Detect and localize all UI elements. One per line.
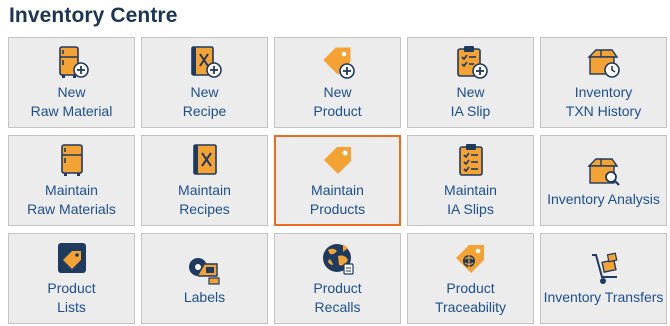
- recipe-book-icon: [192, 144, 217, 175]
- traceability-tag-icon: [455, 245, 484, 273]
- fridge-plus-icon: [58, 46, 89, 78]
- maintain-ia-slips-tile[interactable]: Maintain IA Slips: [407, 135, 534, 226]
- tile-label: Maintain IA Slips: [444, 182, 497, 217]
- new-ia-slip-tile[interactable]: New IA Slip: [407, 37, 534, 128]
- new-product-tile[interactable]: New Product: [274, 37, 401, 128]
- tile-label: Maintain Products: [309, 182, 366, 217]
- maintain-products-tile[interactable]: Maintain Products: [274, 135, 401, 226]
- price-tag-icon: [323, 147, 351, 174]
- product-traceability-tile[interactable]: Product Traceability: [407, 233, 534, 324]
- clipboard-plus-icon: [456, 46, 488, 79]
- tile-label: New Raw Material: [30, 84, 113, 119]
- page-title: Inventory Centre: [9, 4, 178, 27]
- inventory-txn-history-tile[interactable]: Inventory TXN History: [540, 37, 667, 128]
- new-raw-material-tile[interactable]: New Raw Material: [8, 37, 135, 128]
- inventory-analysis-tile[interactable]: Inventory Analysis: [540, 135, 667, 226]
- recipe-book-plus-icon: [190, 46, 222, 78]
- tile-label: Labels: [183, 288, 226, 305]
- label-roll-icon: [188, 257, 220, 285]
- recall-globe-icon: [322, 244, 354, 275]
- tile-label: New IA Slip: [450, 84, 491, 119]
- tile-label: Product Lists: [47, 280, 96, 315]
- tile-label: Inventory TXN History: [565, 84, 642, 119]
- tile-label: Inventory Analysis: [547, 190, 660, 207]
- tile-label: Maintain Raw Materials: [27, 182, 116, 217]
- clipboard-checklist-icon: [458, 144, 483, 176]
- new-recipe-tile[interactable]: New Recipe: [141, 37, 268, 128]
- inventory-transfers-tile[interactable]: Inventory Transfers: [540, 233, 667, 324]
- tile-label: Inventory Transfers: [543, 288, 664, 305]
- box-search-icon: [586, 157, 620, 186]
- product-lists-tile[interactable]: Product Lists: [8, 233, 135, 324]
- tile-label: New Recipe: [182, 84, 227, 119]
- maintain-recipes-tile[interactable]: Maintain Recipes: [141, 135, 268, 226]
- tile-label: Product Traceability: [434, 280, 507, 315]
- tag-card-icon: [57, 243, 86, 273]
- inventory-tile-grid: NewRaw Material NewRecipe NewProduct: [8, 37, 667, 324]
- tile-label: Maintain Recipes: [178, 182, 231, 217]
- labels-tile[interactable]: Labels: [141, 233, 268, 324]
- fridge-icon: [60, 144, 83, 176]
- box-clock-icon: [586, 49, 620, 78]
- product-recalls-tile[interactable]: Product Recalls: [274, 233, 401, 324]
- price-tag-plus-icon: [322, 47, 355, 79]
- hand-truck-icon: [591, 252, 617, 284]
- tile-label: Product Recalls: [313, 280, 362, 315]
- tile-label: New Product: [313, 84, 362, 119]
- maintain-raw-materials-tile[interactable]: Maintain Raw Materials: [8, 135, 135, 226]
